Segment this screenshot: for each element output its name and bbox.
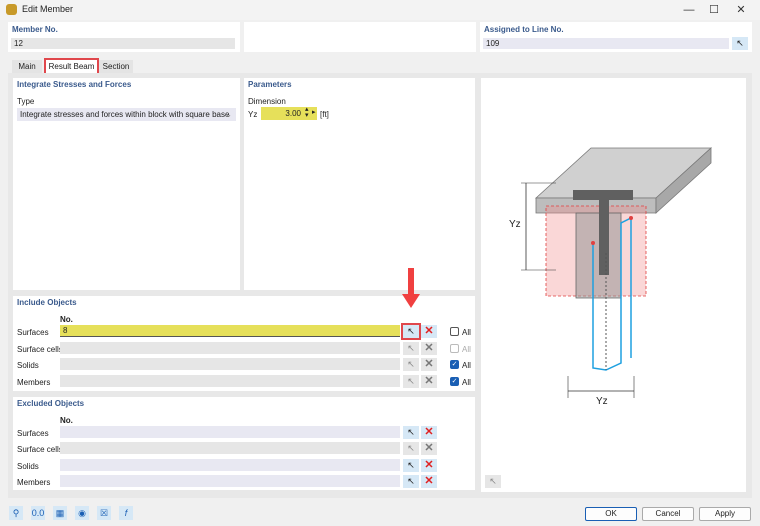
include-solids-input[interactable] xyxy=(60,358,400,370)
unit-label: [ft] xyxy=(320,110,329,119)
excluded-members-input[interactable] xyxy=(60,475,400,487)
pick-excluded-surface-cells-button[interactable]: ↖ xyxy=(403,442,419,455)
all-surface-cells-checkbox[interactable] xyxy=(450,344,459,353)
cancel-button[interactable]: Cancel xyxy=(642,507,694,521)
type-value: Integrate stresses and forces within blo… xyxy=(20,110,230,119)
include-no-header: No. xyxy=(60,315,73,324)
delete-object-icon[interactable]: ☒ xyxy=(97,506,111,520)
clear-members-button[interactable]: ✕ xyxy=(421,375,437,388)
chevron-down-icon: ⌄ xyxy=(225,110,232,119)
point-marker xyxy=(591,241,595,245)
pick-excluded-solids-button[interactable]: ↖ xyxy=(403,459,419,472)
clear-surface-cells-button[interactable]: ✕ xyxy=(421,342,437,355)
integrate-panel: Integrate Stresses and Forces Type Integ… xyxy=(13,78,240,290)
pick-members-button[interactable]: ↖ xyxy=(403,375,419,388)
color-table-icon[interactable]: ▦ xyxy=(53,506,67,520)
clear-solids-button[interactable]: ✕ xyxy=(421,358,437,371)
title-bar xyxy=(0,0,760,20)
app-icon xyxy=(6,4,17,15)
pick-excluded-surfaces-button[interactable]: ↖ xyxy=(403,426,419,439)
all-label: All xyxy=(462,345,471,354)
excluded-members-label: Members xyxy=(17,478,51,487)
all-label: All xyxy=(462,328,471,337)
parameters-header: Parameters xyxy=(248,80,292,89)
clear-excluded-members-button[interactable]: ✕ xyxy=(421,475,437,488)
arrow-down-icon xyxy=(402,294,420,308)
assigned-line-label: Assigned to Line No. xyxy=(484,25,564,34)
assigned-line-panel: Assigned to Line No. 109 ↖ xyxy=(480,22,752,52)
formula-icon[interactable]: f xyxy=(119,506,133,520)
include-surfaces-label: Surfaces xyxy=(17,328,49,337)
excluded-no-header: No. xyxy=(60,416,73,425)
pick-surfaces-button[interactable]: ↖ xyxy=(401,323,421,340)
include-surface-cells-label: Surface cells xyxy=(17,345,63,354)
all-surfaces-checkbox[interactable] xyxy=(450,327,459,336)
clear-excluded-surfaces-button[interactable]: ✕ xyxy=(421,426,437,439)
include-members-input[interactable] xyxy=(60,375,400,387)
clear-excluded-solids-button[interactable]: ✕ xyxy=(421,459,437,472)
arrow-right-icon[interactable]: ▸ xyxy=(312,108,316,116)
view-icon[interactable]: ◉ xyxy=(75,506,89,520)
blank-panel xyxy=(244,22,476,52)
beam-stem xyxy=(599,190,609,275)
window-title: Edit Member xyxy=(22,4,74,14)
tab-section[interactable]: Section xyxy=(99,60,133,73)
apply-button[interactable]: Apply xyxy=(699,507,751,521)
ok-button[interactable]: OK xyxy=(585,507,637,521)
dimension-label: Dimension xyxy=(248,97,286,106)
excluded-surface-cells-input[interactable] xyxy=(60,442,400,454)
pick-line-button[interactable]: ↖ xyxy=(732,37,748,50)
excluded-solids-input[interactable] xyxy=(60,459,400,471)
member-no-field[interactable]: 12 xyxy=(11,38,235,49)
tab-result-beam[interactable]: Result Beam xyxy=(44,58,99,75)
pick-solids-button[interactable]: ↖ xyxy=(403,358,419,371)
member-no-panel: Member No. 12 xyxy=(8,22,240,52)
arrow-shaft xyxy=(408,268,414,296)
search-icon[interactable]: ⚲ xyxy=(9,506,23,520)
diagram-view-button[interactable]: ↖ xyxy=(485,475,501,488)
yz-horizontal-label: Yz xyxy=(596,396,608,407)
excluded-surface-cells-label: Surface cells xyxy=(17,445,63,454)
units-icon[interactable]: 0.0 xyxy=(31,506,45,520)
include-surface-cells-input[interactable] xyxy=(60,342,400,354)
minimize-button[interactable]: — xyxy=(676,2,702,18)
beam-web xyxy=(575,212,622,299)
all-label: All xyxy=(462,361,471,370)
result-beam-diagram xyxy=(521,147,713,398)
close-button[interactable]: ✕ xyxy=(728,2,754,18)
parameters-panel: Parameters Dimension Yz 3.00 ▴ ▾ ▸ [ft] xyxy=(244,78,475,290)
point-marker xyxy=(629,216,633,220)
excluded-solids-label: Solids xyxy=(17,462,39,471)
all-label: All xyxy=(462,378,471,387)
diagram-panel: Yz Yz ↖ xyxy=(481,78,746,492)
excluded-surfaces-label: Surfaces xyxy=(17,429,49,438)
include-surfaces-input[interactable]: 8 xyxy=(60,325,400,337)
assigned-line-field[interactable]: 109 xyxy=(483,38,729,49)
yz-symbol: Yz xyxy=(248,110,258,119)
yz-vertical-label: Yz xyxy=(509,219,521,230)
include-solids-label: Solids xyxy=(17,361,39,370)
include-members-label: Members xyxy=(17,378,51,387)
yz-value: 3.00 xyxy=(285,109,301,118)
spin-icon[interactable]: ▴ ▾ xyxy=(305,106,309,119)
integrate-header: Integrate Stresses and Forces xyxy=(17,80,132,89)
type-label: Type xyxy=(17,97,35,106)
tab-main[interactable]: Main xyxy=(12,60,42,73)
member-no-label: Member No. xyxy=(12,25,58,34)
excluded-surfaces-input[interactable] xyxy=(60,426,400,438)
include-header: Include Objects xyxy=(17,298,77,307)
pick-excluded-members-button[interactable]: ↖ xyxy=(403,475,419,488)
clear-excluded-surface-cells-button[interactable]: ✕ xyxy=(421,442,437,455)
clear-surfaces-button[interactable]: ✕ xyxy=(421,325,437,338)
all-solids-checkbox[interactable]: ✓ xyxy=(450,360,459,369)
all-members-checkbox[interactable]: ✓ xyxy=(450,377,459,386)
type-select[interactable]: Integrate stresses and forces within blo… xyxy=(17,108,236,121)
maximize-button[interactable]: ☐ xyxy=(701,2,727,18)
excluded-header: Excluded Objects xyxy=(17,399,85,408)
pick-surface-cells-button[interactable]: ↖ xyxy=(403,342,419,355)
